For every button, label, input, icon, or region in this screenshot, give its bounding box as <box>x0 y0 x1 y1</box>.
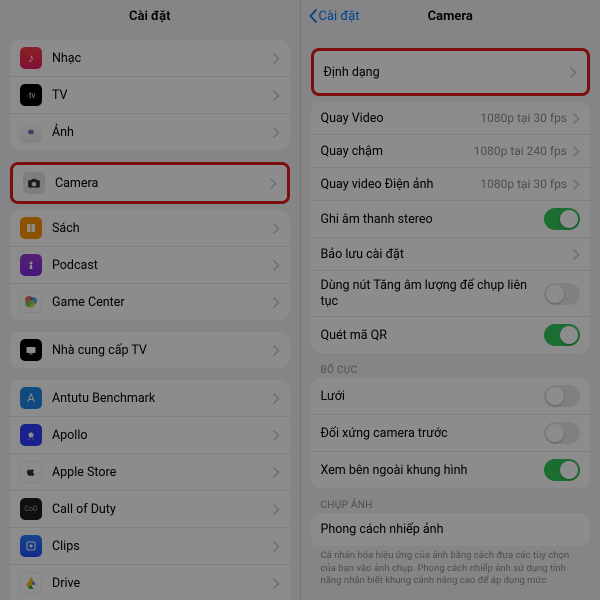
toggle-qr[interactable] <box>544 324 580 346</box>
back-button[interactable]: Cài đặt <box>309 9 360 24</box>
left-title: Cài đặt <box>129 9 171 24</box>
chevron-right-icon <box>573 249 580 260</box>
row-camera[interactable]: Camera <box>13 165 287 201</box>
chevron-right-icon <box>573 179 580 190</box>
tvprovider-icon <box>20 339 42 361</box>
row-slomo[interactable]: Quay chậm 1080p tại 240 fps <box>311 135 591 168</box>
chevron-right-icon <box>273 504 280 515</box>
row-stereo[interactable]: Ghi âm thanh stereo <box>311 201 591 238</box>
chevron-right-icon <box>273 467 280 478</box>
chevron-right-icon <box>273 430 280 441</box>
third-party-group: A Antutu Benchmark Apollo Apple Store Co… <box>10 380 290 600</box>
gamecenter-icon <box>20 291 42 313</box>
row-books[interactable]: Sách <box>10 210 290 247</box>
chevron-right-icon <box>273 393 280 404</box>
media-apps-group-2: Sách Podcast Game Center <box>10 210 290 320</box>
right-header: Cài đặt Camera <box>301 0 600 32</box>
tv-icon: ∙tv <box>20 84 42 106</box>
apollo-icon <box>20 424 42 446</box>
row-format[interactable]: Định dạng <box>314 51 588 93</box>
toggle-mirror-front[interactable] <box>544 422 580 444</box>
row-record-video[interactable]: Quay Video 1080p tại 30 fps <box>311 102 591 135</box>
row-antutu[interactable]: A Antutu Benchmark <box>10 380 290 417</box>
photos-icon <box>20 121 42 143</box>
row-qr[interactable]: Quét mã QR <box>311 317 591 353</box>
row-mirror-front[interactable]: Đối xứng camera trước <box>311 415 591 452</box>
camera-main-group: Quay Video 1080p tại 30 fps Quay chậm 10… <box>311 102 591 353</box>
row-clips[interactable]: Clips <box>10 528 290 565</box>
row-grid[interactable]: Lưới <box>311 378 591 415</box>
settings-detail-pane: Cài đặt Camera Định dạng Quay Video 1080… <box>301 0 600 600</box>
row-photos[interactable]: Ảnh <box>10 114 290 150</box>
row-photographic-styles[interactable]: Phong cách nhiếp ảnh <box>311 513 591 546</box>
cod-icon: CoD <box>20 498 42 520</box>
row-tv[interactable]: ∙tv TV <box>10 77 290 114</box>
capture-section-header: CHỤP ẢNH <box>321 500 581 511</box>
row-volume-burst[interactable]: Dùng nút Tăng âm lượng để chụp liên tục <box>311 271 591 317</box>
chevron-right-icon <box>273 260 280 271</box>
row-podcast[interactable]: Podcast <box>10 247 290 284</box>
row-drive[interactable]: Drive <box>10 565 290 600</box>
antutu-icon: A <box>20 387 42 409</box>
right-title: Camera <box>428 9 473 24</box>
settings-master-pane: Cài đặt ♪ Nhạc ∙tv TV Ảnh <box>0 0 301 600</box>
row-view-outside-frame[interactable]: Xem bên ngoài khung hình <box>311 452 591 488</box>
toggle-view-outside-frame[interactable] <box>544 459 580 481</box>
chevron-right-icon <box>273 90 280 101</box>
clips-icon <box>20 535 42 557</box>
drive-icon <box>20 572 42 594</box>
chevron-right-icon <box>273 53 280 64</box>
chevron-right-icon <box>273 541 280 552</box>
chevron-right-icon <box>573 146 580 157</box>
toggle-volume-burst[interactable] <box>544 283 580 305</box>
media-apps-group: ♪ Nhạc ∙tv TV Ảnh <box>10 40 290 150</box>
row-cinematic[interactable]: Quay video Điện ảnh 1080p tại 30 fps <box>311 168 591 201</box>
applestore-icon <box>20 461 42 483</box>
row-gamecenter[interactable]: Game Center <box>10 284 290 320</box>
row-tvprovider[interactable]: Nhà cung cấp TV <box>10 332 290 368</box>
row-camera-highlight: Camera <box>10 162 290 204</box>
toggle-grid[interactable] <box>544 385 580 407</box>
camera-icon <box>23 172 45 194</box>
music-icon: ♪ <box>20 47 42 69</box>
row-cod[interactable]: CoD Call of Duty <box>10 491 290 528</box>
row-music[interactable]: ♪ Nhạc <box>10 40 290 77</box>
left-header: Cài đặt <box>0 0 300 32</box>
chevron-right-icon <box>273 578 280 589</box>
toggle-stereo[interactable] <box>544 208 580 230</box>
capture-group: Phong cách nhiếp ảnh <box>311 513 591 546</box>
chevron-right-icon <box>573 113 580 124</box>
capture-footer: Cá nhân hóa hiệu ứng của ảnh bằng cách đ… <box>321 550 581 587</box>
row-applestore[interactable]: Apple Store <box>10 454 290 491</box>
tv-provider-group: Nhà cung cấp TV <box>10 332 290 368</box>
books-icon <box>20 217 42 239</box>
chevron-right-icon <box>273 223 280 234</box>
row-preserve[interactable]: Bảo lưu cài đặt <box>311 238 591 271</box>
row-format-highlight: Định dạng <box>311 48 591 96</box>
chevron-right-icon <box>570 67 577 78</box>
row-apollo[interactable]: Apollo <box>10 417 290 454</box>
chevron-left-icon <box>309 9 317 23</box>
layout-group: Lưới Đối xứng camera trước Xem bên ngoài… <box>311 378 591 488</box>
chevron-right-icon <box>270 178 277 189</box>
layout-section-header: BỐ CỤC <box>321 365 581 376</box>
podcast-icon <box>20 254 42 276</box>
chevron-right-icon <box>273 345 280 356</box>
chevron-right-icon <box>273 127 280 138</box>
chevron-right-icon <box>273 297 280 308</box>
